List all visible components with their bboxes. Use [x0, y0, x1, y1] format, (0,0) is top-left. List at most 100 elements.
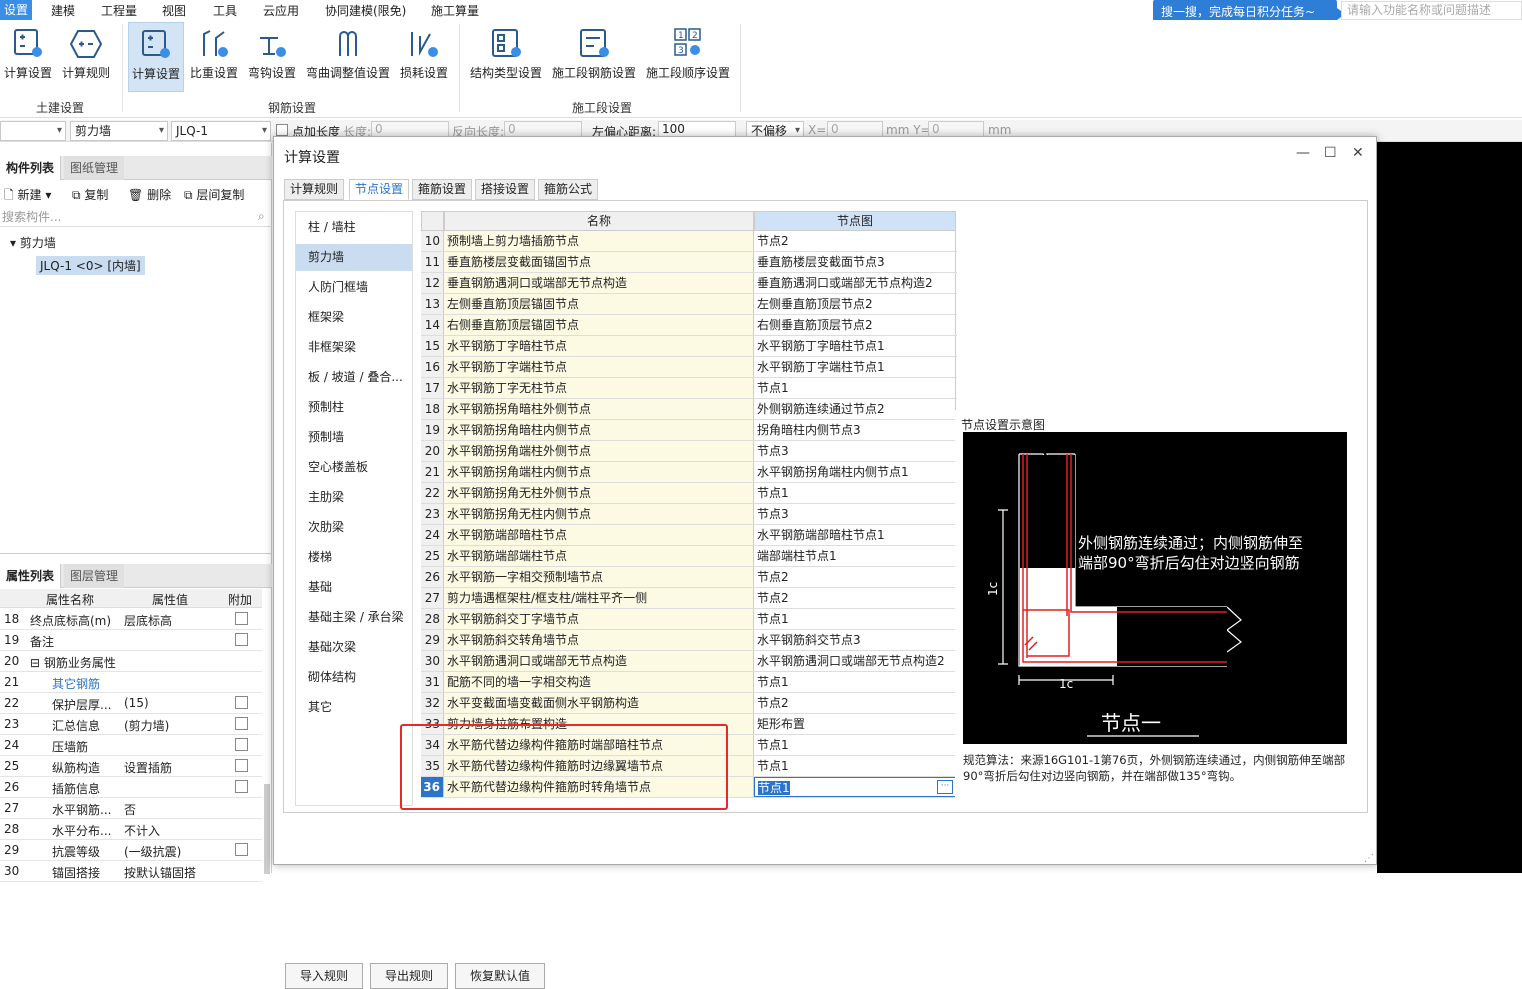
property-extra-checkbox[interactable]: [235, 696, 248, 709]
property-value[interactable]: (一级抗震): [124, 843, 224, 860]
grid-row[interactable]: 31 配筋不同的墙一字相交构造 节点1: [421, 672, 957, 693]
export-rules-button[interactable]: 导出规则: [370, 963, 449, 989]
menu-cloud[interactable]: 云应用: [263, 2, 299, 19]
grid-row-node[interactable]: 水平钢筋遇洞口或端部无节点构造2: [754, 651, 956, 671]
category-item[interactable]: 砌体结构: [296, 664, 412, 691]
tab-stirrup-formula[interactable]: 箍筋公式: [538, 179, 599, 200]
property-value[interactable]: 层底标高: [124, 612, 224, 629]
grid-row-node[interactable]: 水平钢筋端部暗柱节点1: [754, 525, 956, 545]
delete-button[interactable]: 🗑 删除: [128, 186, 171, 203]
category-item[interactable]: 柱 / 墙柱: [296, 214, 412, 241]
property-extra-checkbox[interactable]: [235, 633, 248, 646]
grid-row[interactable]: 10 预制墙上剪力墙插筋节点 节点2: [421, 231, 957, 252]
property-row[interactable]: 27 水平钢筋... 否: [0, 798, 262, 819]
menu-view[interactable]: 视图: [162, 2, 186, 19]
property-row[interactable]: 21 其它钢筋: [0, 672, 262, 693]
category-item[interactable]: 预制墙: [296, 424, 412, 451]
menu-settings[interactable]: 设置: [0, 0, 33, 20]
tab-lap-settings[interactable]: 搭接设置: [475, 179, 536, 200]
grid-row-node[interactable]: 水平钢筋斜交节点3: [754, 630, 956, 650]
grid-row-node[interactable]: 节点1: [754, 735, 956, 755]
floor-copy-button[interactable]: ⧉ 层间复制: [184, 186, 244, 203]
tab-calc-rules[interactable]: 计算规则: [284, 179, 345, 200]
grid-row-node[interactable]: 矩形布置: [754, 714, 956, 734]
property-row[interactable]: 26 插筋信息: [0, 777, 262, 798]
loss-settings-button[interactable]: 损耗设置: [398, 22, 450, 92]
grid-row-node[interactable]: 垂直筋楼层变截面节点3: [754, 252, 956, 272]
hook-settings-button[interactable]: 弯钩设置: [246, 22, 298, 92]
grid-row-node[interactable]: 节点3: [754, 504, 956, 524]
grid-row-node[interactable]: 节点2: [754, 567, 956, 587]
import-rules-button[interactable]: 导入规则: [285, 963, 364, 989]
category-item[interactable]: 基础主梁 / 承台梁: [296, 604, 412, 631]
component-search-input[interactable]: 搜索构件...: [0, 207, 272, 227]
maximize-icon[interactable]: ☐: [1324, 145, 1337, 161]
property-row[interactable]: 22 保护层厚... (15): [0, 693, 262, 714]
grid-row[interactable]: 14 右侧垂直筋顶层锚固节点 右侧垂直筋顶层节点2: [421, 315, 957, 336]
menu-tools[interactable]: 工具: [213, 2, 237, 19]
category-item[interactable]: 次肋梁: [296, 514, 412, 541]
calc-settings-civil-button[interactable]: 计算设置: [2, 22, 54, 92]
drawing-viewport[interactable]: [1377, 142, 1522, 873]
property-extra-checkbox[interactable]: [235, 843, 248, 856]
grid-row[interactable]: 27 剪力墙遇框架柱/框支柱/端柱平齐一侧 节点2: [421, 588, 957, 609]
category-item[interactable]: 预制柱: [296, 394, 412, 421]
grid-row-node[interactable]: 水平钢筋丁字端柱节点1: [754, 357, 956, 377]
tab-node-settings[interactable]: 节点设置: [349, 179, 410, 200]
grid-row[interactable]: 24 水平钢筋端部暗柱节点 水平钢筋端部暗柱节点1: [421, 525, 957, 546]
category-item[interactable]: 空心楼盖板: [296, 454, 412, 481]
grid-row-node[interactable]: 左侧垂直筋顶层节点2: [754, 294, 956, 314]
grid-row-node[interactable]: 节点2: [754, 588, 956, 608]
point-length-checkbox[interactable]: [276, 124, 288, 136]
category-item[interactable]: 主肋梁: [296, 484, 412, 511]
grid-row[interactable]: 13 左侧垂直筋顶层锚固节点 左侧垂直筋顶层节点2: [421, 294, 957, 315]
component-type-combo[interactable]: 剪力墙: [70, 121, 168, 141]
tab-component-list[interactable]: 构件列表: [0, 156, 62, 180]
restore-default-button[interactable]: 恢复默认值: [455, 963, 546, 989]
category-item[interactable]: 基础次梁: [296, 634, 412, 661]
grid-row[interactable]: 20 水平钢筋拐角端柱外侧节点 节点3: [421, 441, 957, 462]
category-item[interactable]: 人防门框墙: [296, 274, 412, 301]
floor-combo[interactable]: [0, 121, 66, 141]
property-row[interactable]: 20 ⊟ 钢筋业务属性: [0, 651, 262, 672]
grid-row[interactable]: 19 水平钢筋拐角暗柱内侧节点 拐角暗柱内侧节点3: [421, 420, 957, 441]
property-value[interactable]: 不计入: [124, 822, 224, 839]
property-extra-checkbox[interactable]: [235, 780, 248, 793]
category-item[interactable]: 板 / 坡道 / 叠合...: [296, 364, 412, 391]
property-scrollbar[interactable]: [264, 784, 270, 874]
bend-adjust-button[interactable]: 弯曲调整值设置: [304, 22, 392, 92]
grid-row[interactable]: 28 水平钢筋斜交丁字墙节点 节点1: [421, 609, 957, 630]
property-row[interactable]: 30 锚固搭接 按默认锚固搭: [0, 861, 262, 882]
grid-row[interactable]: 18 水平钢筋拐角暗柱外侧节点 外侧钢筋连续通过节点2: [421, 399, 957, 420]
copy-button[interactable]: ⧉ 复制: [72, 186, 108, 203]
property-extra-checkbox[interactable]: [235, 759, 248, 772]
grid-row-node[interactable]: 水平钢筋拐角端柱内侧节点1: [754, 462, 956, 482]
grid-row[interactable]: 15 水平钢筋丁字暗柱节点 水平钢筋丁字暗柱节点1: [421, 336, 957, 357]
category-item[interactable]: 其它: [296, 694, 412, 721]
tab-property-list[interactable]: 属性列表: [0, 564, 62, 588]
grid-row-node[interactable]: 右侧垂直筋顶层节点2: [754, 315, 956, 335]
grid-row-node[interactable]: 节点1: [754, 756, 956, 776]
property-extra-checkbox[interactable]: [235, 612, 248, 625]
grid-row[interactable]: 29 水平钢筋斜交转角墙节点 水平钢筋斜交节点3: [421, 630, 957, 651]
segment-order-button[interactable]: 123 施工段顺序设置: [644, 22, 732, 92]
property-row[interactable]: 23 汇总信息 (剪力墙): [0, 714, 262, 735]
grid-row[interactable]: 30 水平钢筋遇洞口或端部无节点构造 水平钢筋遇洞口或端部无节点构造2: [421, 651, 957, 672]
category-item[interactable]: 楼梯: [296, 544, 412, 571]
category-item[interactable]: 非框架梁: [296, 334, 412, 361]
ellipsis-button[interactable]: ···: [937, 780, 953, 794]
grid-row-node[interactable]: 节点1: [754, 609, 956, 629]
property-row[interactable]: 24 压墙筋: [0, 735, 262, 756]
grid-row-node[interactable]: 端部端柱节点1: [754, 546, 956, 566]
weight-settings-button[interactable]: 比重设置: [188, 22, 240, 92]
property-extra-checkbox[interactable]: [235, 717, 248, 730]
grid-row-node[interactable]: 节点2: [754, 693, 956, 713]
property-row[interactable]: 25 纵筋构造 设置插筋: [0, 756, 262, 777]
new-button[interactable]: 🗋 新建 ▾: [4, 186, 51, 207]
function-search-input[interactable]: 请输入功能名称或问题描述: [1341, 1, 1522, 20]
grid-row-node[interactable]: 节点1: [754, 483, 956, 503]
resize-grip-icon[interactable]: ⋰: [1364, 853, 1374, 864]
grid-row-node[interactable]: 拐角暗柱内侧节点3: [754, 420, 956, 440]
property-row[interactable]: 28 水平分布... 不计入: [0, 819, 262, 840]
grid-row-node[interactable]: 节点2: [754, 231, 956, 251]
